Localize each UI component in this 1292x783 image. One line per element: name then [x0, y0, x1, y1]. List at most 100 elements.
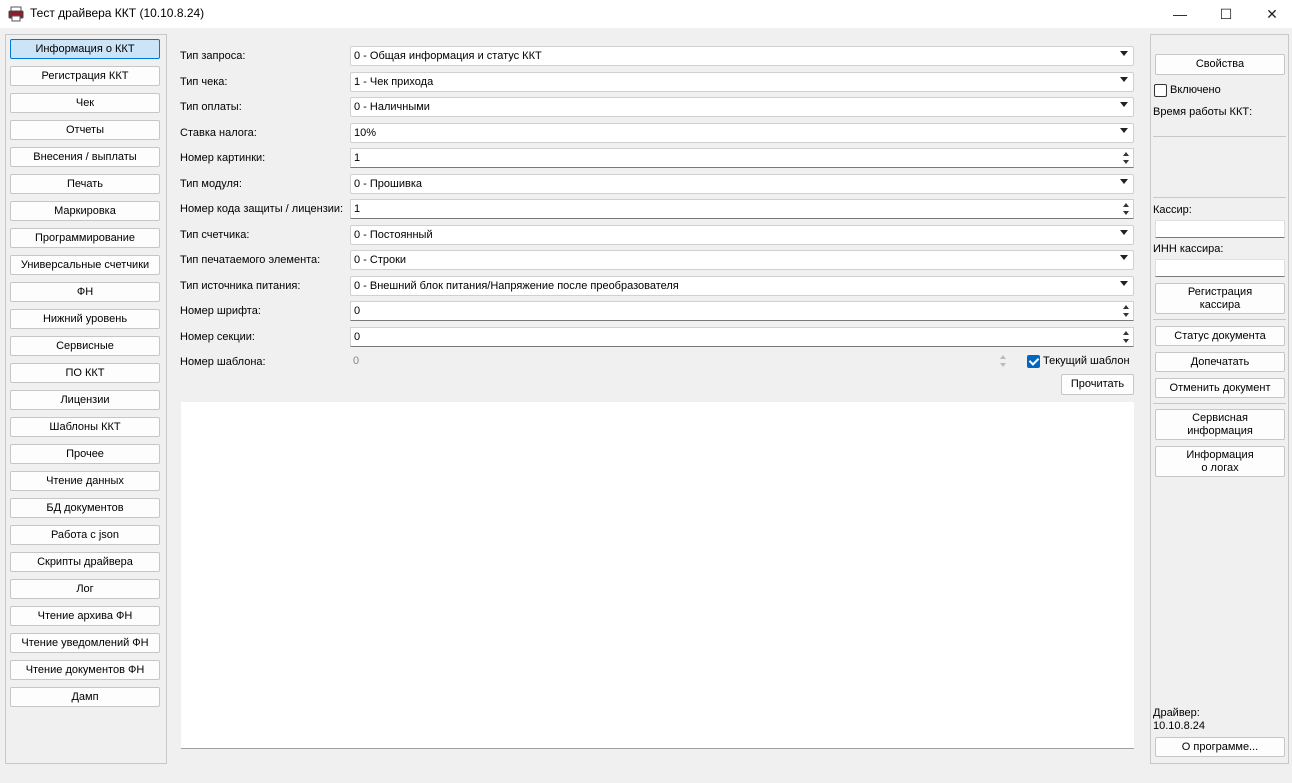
cashier-input[interactable]	[1155, 220, 1285, 238]
number-spinbox: 0	[350, 352, 1010, 372]
number-spinbox[interactable]: 0	[350, 301, 1134, 321]
dropdown-select[interactable]: 0 - Прошивка	[350, 174, 1134, 194]
driver-version: 10.10.8.24	[1153, 720, 1205, 732]
dropdown-value: 1 - Чек прихода	[354, 76, 434, 88]
nav-button[interactable]: Внесения / выплаты	[10, 147, 160, 167]
dropdown-select[interactable]: 0 - Наличными	[350, 97, 1134, 117]
dropdown-value: 0 - Строки	[354, 254, 407, 266]
nav-button[interactable]: ПО ККТ	[10, 363, 160, 383]
form-row: Тип чека: 1 - Чек прихода	[180, 71, 1135, 93]
register-cashier-line1: Регистрация	[1187, 285, 1253, 298]
nav-button[interactable]: Регистрация ККТ	[10, 66, 160, 86]
logs-info-button[interactable]: Информация о логах	[1155, 446, 1285, 477]
dropdown-value: 0 - Постоянный	[354, 229, 433, 241]
chevron-down-icon	[1120, 128, 1128, 133]
spin-arrows-icon[interactable]	[1121, 150, 1131, 166]
number-spinbox[interactable]: 0	[350, 327, 1134, 347]
cashier-inn-label: ИНН кассира:	[1153, 243, 1224, 255]
divider	[1153, 319, 1286, 320]
nav-button[interactable]: Прочее	[10, 444, 160, 464]
maximize-icon: ☐	[1219, 5, 1233, 22]
properties-button[interactable]: Свойства	[1155, 54, 1285, 75]
nav-button[interactable]: Маркировка	[10, 201, 160, 221]
arrow-down-icon	[1123, 339, 1129, 343]
nav-button[interactable]: ФН	[10, 282, 160, 302]
spin-arrows-icon[interactable]	[1121, 329, 1131, 345]
dropdown-select[interactable]: 0 - Постоянный	[350, 225, 1134, 245]
field-label: Тип печатаемого элемента:	[180, 254, 321, 266]
current-template-checkbox[interactable]	[1027, 355, 1040, 368]
register-cashier-button[interactable]: Регистрация кассира	[1155, 283, 1285, 314]
nav-button[interactable]: Чтение уведомлений ФН	[10, 633, 160, 653]
output-text-area[interactable]	[181, 402, 1134, 749]
arrow-up-icon	[1123, 331, 1129, 335]
enabled-checkbox[interactable]	[1154, 84, 1167, 97]
read-button[interactable]: Прочитать	[1061, 374, 1134, 395]
dropdown-select[interactable]: 0 - Внешний блок питания/Напряжение посл…	[350, 276, 1134, 296]
current-template-label: Текущий шаблон	[1043, 355, 1130, 367]
minimize-icon: —	[1173, 6, 1187, 22]
form-row: Тип запроса: 0 - Общая информация и стату…	[180, 45, 1135, 67]
nav-button[interactable]: Печать	[10, 174, 160, 194]
arrow-down-icon	[1123, 313, 1129, 317]
nav-button[interactable]: Чтение документов ФН	[10, 660, 160, 680]
cancel-document-button[interactable]: Отменить документ	[1155, 378, 1285, 398]
spin-arrows-icon[interactable]	[1121, 201, 1131, 217]
nav-button[interactable]: Дамп	[10, 687, 160, 707]
dropdown-value: 0 - Наличными	[354, 101, 430, 113]
form-row: Номер кода защиты / лицензии: 1	[180, 198, 1135, 220]
field-label: Тип запроса:	[180, 50, 246, 62]
cashier-inn-input[interactable]	[1155, 259, 1285, 277]
chevron-down-icon	[1120, 51, 1128, 56]
nav-button[interactable]: Информация о ККТ	[10, 39, 160, 59]
nav-button[interactable]: БД документов	[10, 498, 160, 518]
nav-button[interactable]: Чтение архива ФН	[10, 606, 160, 626]
nav-button[interactable]: Чек	[10, 93, 160, 113]
dropdown-select[interactable]: 0 - Строки	[350, 250, 1134, 270]
driver-label: Драйвер:	[1153, 707, 1200, 719]
nav-button[interactable]: Шаблоны ККТ	[10, 417, 160, 437]
about-button[interactable]: О программе...	[1155, 737, 1285, 757]
field-label: Номер кода защиты / лицензии:	[180, 203, 344, 215]
reprint-button[interactable]: Допечатать	[1155, 352, 1285, 372]
printer-app-icon	[8, 6, 24, 22]
current-template-checkbox-row[interactable]: Текущий шаблон	[1027, 353, 1137, 371]
nav-button[interactable]: Отчеты	[10, 120, 160, 140]
nav-button[interactable]: Универсальные счетчики	[10, 255, 160, 275]
maximize-button[interactable]: ☐	[1203, 0, 1249, 28]
nav-button[interactable]: Лицензии	[10, 390, 160, 410]
dropdown-select[interactable]: 1 - Чек прихода	[350, 72, 1134, 92]
spin-arrows-icon[interactable]	[1121, 303, 1131, 319]
enabled-checkbox-row[interactable]: Включено	[1154, 83, 1274, 99]
arrow-up-icon	[1123, 305, 1129, 309]
number-spinbox[interactable]: 1	[350, 148, 1134, 168]
nav-button[interactable]: Программирование	[10, 228, 160, 248]
dropdown-value: 0 - Прошивка	[354, 178, 423, 190]
dropdown-value: 0 - Общая информация и статус ККТ	[354, 50, 542, 62]
nav-button[interactable]: Скрипты драйвера	[10, 552, 160, 572]
enabled-label: Включено	[1170, 84, 1221, 96]
nav-button[interactable]: Нижний уровень	[10, 309, 160, 329]
nav-button[interactable]: Лог	[10, 579, 160, 599]
chevron-down-icon	[1120, 281, 1128, 286]
arrow-up-icon	[1123, 152, 1129, 156]
nav-button[interactable]: Сервисные	[10, 336, 160, 356]
spinbox-value: 0	[353, 355, 360, 367]
number-spinbox[interactable]: 1	[350, 199, 1134, 219]
close-icon: ✕	[1266, 5, 1278, 22]
nav-button[interactable]: Работа с json	[10, 525, 160, 545]
minimize-button[interactable]: —	[1157, 0, 1203, 28]
nav-button[interactable]: Чтение данных	[10, 471, 160, 491]
document-status-button[interactable]: Статус документа	[1155, 326, 1285, 346]
field-label: Номер картинки:	[180, 152, 266, 164]
logs-info-line1: Информация	[1186, 448, 1254, 461]
spinbox-value: 1	[354, 203, 361, 215]
arrow-up-icon	[1000, 355, 1006, 359]
close-button[interactable]: ✕	[1249, 0, 1292, 28]
dropdown-select[interactable]: 0 - Общая информация и статус ККТ	[350, 46, 1134, 66]
dropdown-select[interactable]: 10%	[350, 123, 1134, 143]
dropdown-value: 10%	[354, 127, 377, 139]
spin-arrows-icon	[998, 353, 1008, 369]
field-label: Тип модуля:	[180, 178, 242, 190]
service-info-button[interactable]: Сервисная информация	[1155, 409, 1285, 440]
